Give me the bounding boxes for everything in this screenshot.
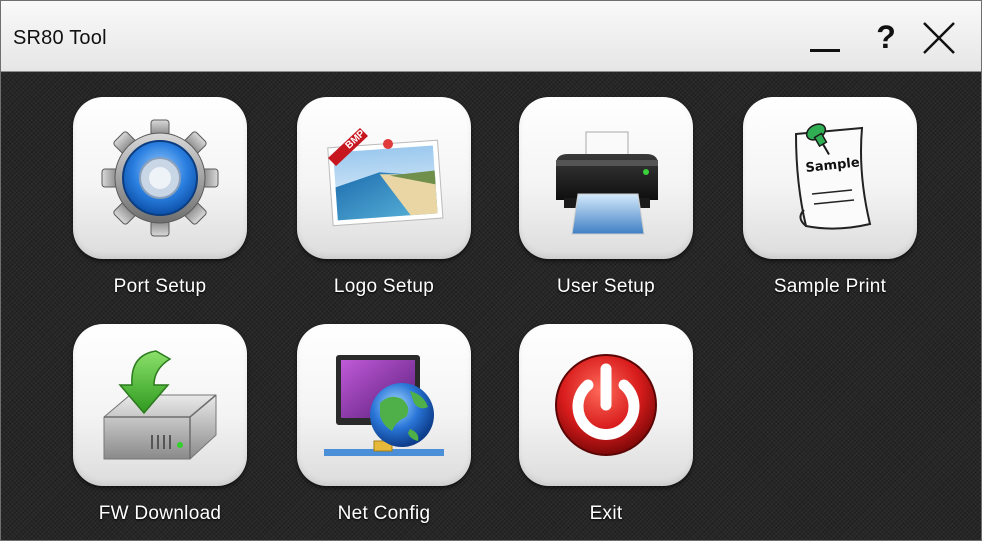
tile-box [73,97,247,259]
power-icon [555,354,657,456]
app-window: SR80 Tool ? Port Setup BMP Logo Setup Us… [0,0,982,541]
net-config-button[interactable]: Net Config [297,324,471,540]
main-panel: Port Setup BMP Logo Setup User Setup Sam… [1,72,981,540]
logo-setup-button[interactable]: BMP Logo Setup [297,97,471,321]
minimize-button[interactable] [806,17,848,57]
port-setup-button[interactable]: Port Setup [73,97,247,321]
tile-box: Sample [743,97,917,259]
gear-icon [101,119,219,237]
network-globe-icon [324,355,444,456]
user-setup-button[interactable]: User Setup [519,97,693,321]
tile-label: User Setup [556,276,656,297]
tile-box [297,324,471,486]
tile-label: Sample Print [773,276,887,297]
sample-paper-icon: Sample [794,123,872,230]
tile-box [519,97,693,259]
tile-label: Exit [589,503,623,524]
close-button[interactable] [919,17,961,57]
tile-box: BMP [297,97,471,259]
fw-download-button[interactable]: FW Download [73,324,247,540]
download-drive-icon [103,350,217,460]
tile-label: Port Setup [113,276,207,297]
close-icon [923,22,955,54]
tile-label: Net Config [337,503,431,524]
tile-label: FW Download [98,503,222,524]
printer-icon [556,131,658,235]
help-button[interactable]: ? [868,17,904,57]
window-title: SR80 Tool [13,27,107,49]
exit-button[interactable]: Exit [519,324,693,540]
title-bar: SR80 Tool ? [1,1,981,72]
sample-print-button[interactable]: Sample Sample Print [743,97,917,321]
tile-label: Logo Setup [333,276,435,297]
bmp-image-icon: BMP [327,128,444,227]
tile-box [519,324,693,486]
tile-box [73,324,247,486]
